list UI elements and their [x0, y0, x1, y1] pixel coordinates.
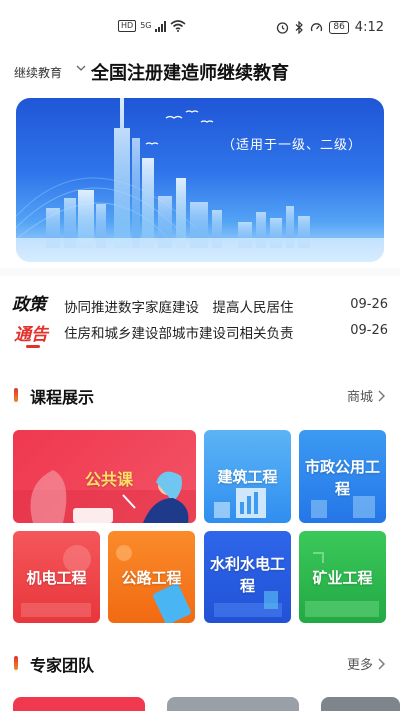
network-type: 5G [140, 21, 152, 30]
policy-badge: 政策 通告 [12, 290, 56, 350]
shop-link-label: 商城 [346, 390, 373, 405]
expert-card[interactable] [13, 697, 145, 711]
status-right: 86 4:12 [276, 20, 384, 35]
news-date: 09-26 [350, 323, 388, 338]
news-item[interactable]: 住房和城乡建设部城市建设司相关负责 09-26 [64, 322, 388, 342]
course-tile-label: 建筑工程 [217, 468, 278, 486]
news-date: 09-26 [350, 297, 388, 312]
shop-link[interactable]: 商城 [347, 386, 386, 405]
page-title: 全国注册建造师继续教育 [91, 63, 289, 84]
course-tile-electromechanical[interactable]: 机电工程 [13, 531, 100, 623]
hd-indicator: HD [118, 20, 137, 32]
battery-indicator: 86 [329, 21, 349, 34]
course-tile-label: 公路工程 [121, 569, 182, 587]
experts-section-header: 专家团队 更多 [0, 652, 400, 676]
chevron-down-icon[interactable] [75, 62, 87, 74]
news-item[interactable]: 协同推进数字家庭建设 提高人民居住 09-26 [64, 296, 388, 316]
expert-card[interactable] [167, 697, 299, 711]
more-link-label: 更多 [346, 658, 373, 673]
banner-caption: （适用于一级、二级） [221, 138, 362, 153]
hero-banner[interactable]: （适用于一级、二级） [16, 98, 384, 262]
section-marker [14, 656, 18, 670]
course-tile-label: 公共课 [84, 470, 133, 489]
course-tile-construction[interactable]: 建筑工程 [204, 430, 291, 523]
app-header: 继续教育 全国注册建造师继续教育 [0, 56, 400, 92]
news-title: 住房和城乡建设部城市建设司相关负责 [64, 326, 294, 342]
courses-section-header: 课程展示 商城 [0, 384, 400, 408]
divider [0, 268, 400, 276]
course-tile-mining[interactable]: 矿业工程 [299, 531, 386, 623]
course-tile-label: 水利水电工程 [209, 555, 285, 595]
status-bar: HD 5G 86 4:12 [0, 0, 400, 56]
course-tile-label: 矿业工程 [312, 569, 373, 587]
course-tile-label: 市政公用工程 [304, 458, 380, 498]
alarm-icon [277, 22, 289, 34]
badge-line1: 政策 [12, 295, 46, 315]
policy-notice: 政策 通告 协同推进数字家庭建设 提高人民居住 09-26 住房和城乡建设部城市… [0, 284, 400, 354]
more-link[interactable]: 更多 [347, 654, 386, 673]
category-selector[interactable]: 继续教育 [14, 64, 62, 81]
speed-icon [311, 23, 323, 32]
wifi-icon [170, 20, 187, 32]
chevron-right-icon [378, 658, 385, 669]
chevron-right-icon [378, 390, 385, 401]
badge-underline [26, 345, 40, 348]
expert-card[interactable] [321, 697, 400, 711]
clock: 4:12 [354, 20, 384, 35]
bluetooth-icon [295, 21, 304, 34]
section-title: 专家团队 [30, 656, 95, 675]
course-tile-municipal[interactable]: 市政公用工程 [299, 430, 386, 523]
course-tile-label: 机电工程 [26, 569, 87, 587]
city-skyline-illustration [16, 98, 384, 262]
course-tile-highway[interactable]: 公路工程 [108, 531, 195, 623]
section-marker [14, 388, 18, 402]
status-left: HD 5G [118, 20, 187, 32]
signal-icon [155, 20, 167, 32]
badge-line2: 通告 [14, 325, 48, 345]
course-tile-public[interactable]: 公共课 [13, 430, 196, 523]
news-title: 协同推进数字家庭建设 提高人民居住 [64, 300, 294, 316]
section-title: 课程展示 [30, 388, 95, 407]
course-tile-hydropower[interactable]: 水利水电工程 [204, 531, 291, 623]
